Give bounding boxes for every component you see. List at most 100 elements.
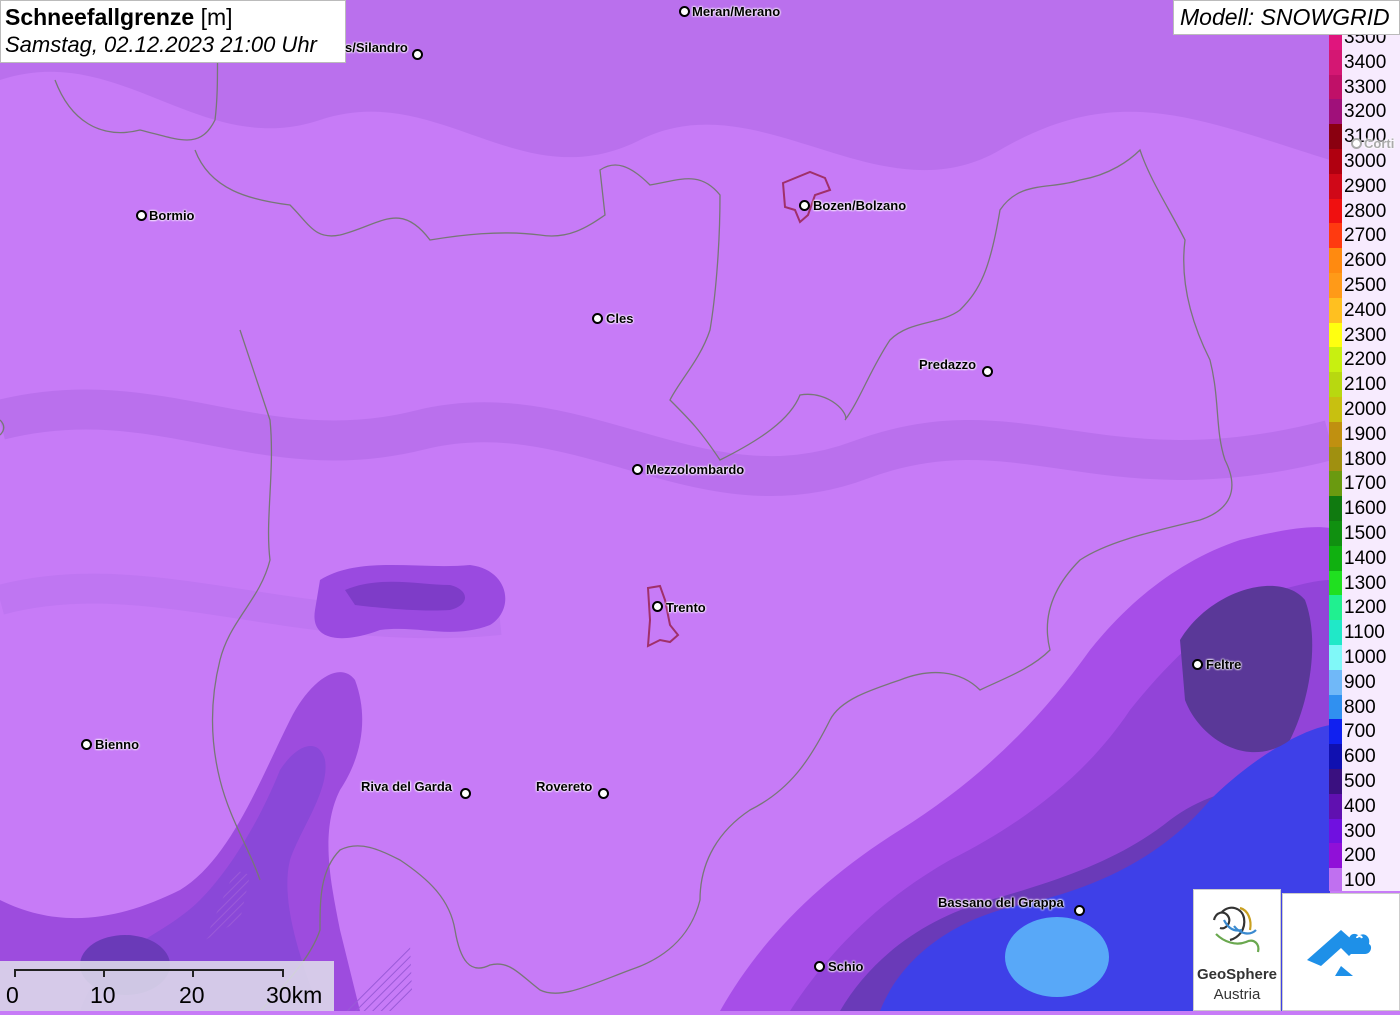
city-label: s/Silandro [345, 40, 408, 55]
city-marker[interactable] [1192, 659, 1203, 670]
legend-row: 2100 [1329, 372, 1400, 397]
legend-row: 2200 [1329, 347, 1400, 373]
legend-swatch [1329, 124, 1342, 149]
legend-label: 2400 [1344, 299, 1387, 321]
legend-row: 1200 [1329, 595, 1400, 621]
legend-row: 1400 [1329, 545, 1400, 571]
legend-row: 3300 [1329, 74, 1400, 100]
legend-swatch [1329, 843, 1342, 869]
legend-row: 800 [1329, 694, 1400, 720]
weather-logo[interactable] [1282, 893, 1400, 1011]
legend-row: 2000 [1329, 397, 1400, 422]
city-marker[interactable] [799, 200, 810, 211]
legend-row: 1000 [1329, 645, 1400, 670]
legend-swatch [1329, 521, 1342, 546]
legend-label: 300 [1344, 820, 1376, 842]
city-marker[interactable] [1074, 905, 1085, 916]
city-marker[interactable] [632, 464, 643, 475]
legend-swatch [1329, 496, 1342, 521]
legend-label: 2800 [1344, 200, 1387, 222]
legend-swatch [1329, 818, 1342, 844]
legend-label: 1900 [1344, 423, 1387, 445]
legend-swatch [1329, 471, 1342, 497]
city-label: Mezzolombardo [646, 462, 745, 477]
legend-row: 1600 [1329, 496, 1400, 521]
legend-row: 2600 [1329, 248, 1400, 273]
city-label: Cles [606, 311, 634, 326]
legend-swatch [1329, 173, 1342, 199]
legend-label: 2100 [1344, 374, 1387, 396]
model-label: Modell: SNOWGRID [1173, 0, 1400, 35]
legend-swatch [1329, 421, 1342, 447]
map-title-box: Schneefallgrenze [m] Samstag, 02.12.2023… [0, 0, 346, 63]
legend-row: 100 [1329, 868, 1400, 891]
legend-row: 1900 [1329, 421, 1400, 447]
legend-swatch [1329, 793, 1342, 819]
legend-swatch [1329, 99, 1342, 125]
legend-label: 1700 [1344, 473, 1387, 495]
legend-swatch [1329, 719, 1342, 745]
scale-tick [192, 969, 194, 977]
zone-900 [1005, 917, 1109, 997]
legend-swatch [1329, 694, 1342, 720]
city-marker[interactable] [592, 313, 603, 324]
legend-label: 2600 [1344, 250, 1387, 272]
legend-swatch [1329, 49, 1342, 75]
legend-swatch [1329, 620, 1342, 645]
city-label: Bassano del Grappa [938, 895, 1064, 910]
legend-row: 2300 [1329, 322, 1400, 348]
legend-row: 3200 [1329, 99, 1400, 125]
city-label: Corti [1364, 136, 1395, 151]
legend-row: 700 [1329, 719, 1400, 745]
geosphere-logo[interactable]: GeoSphere Austria [1193, 889, 1281, 1011]
scale-label: 20 [179, 982, 205, 1008]
legend-label: 2000 [1344, 399, 1387, 420]
legend-label: 1800 [1344, 448, 1387, 470]
legend-row: 2400 [1329, 297, 1400, 323]
legend-row: 1700 [1329, 471, 1400, 497]
city-label: Feltre [1206, 657, 1242, 672]
legend-swatch [1329, 595, 1342, 621]
legend-row: 2900 [1329, 173, 1400, 199]
city-marker[interactable] [81, 739, 92, 750]
legend-row: 2500 [1329, 273, 1400, 298]
legend-swatch [1329, 397, 1342, 422]
legend-row: 1500 [1329, 521, 1400, 546]
city-marker[interactable] [814, 961, 825, 972]
city-marker[interactable] [598, 788, 609, 799]
legend-swatch [1329, 372, 1342, 397]
legend-row: 3400 [1329, 49, 1400, 75]
legend-swatch [1329, 322, 1342, 348]
legend-swatch [1329, 74, 1342, 100]
legend-label: 500 [1344, 771, 1376, 792]
city-marker[interactable] [982, 366, 993, 377]
city-marker[interactable] [460, 788, 471, 799]
legend-label: 400 [1344, 795, 1376, 817]
city-label: Bienno [95, 737, 140, 752]
city-marker[interactable] [412, 49, 423, 60]
geosphere-icon [1212, 906, 1260, 953]
legend-label: 1600 [1344, 498, 1387, 520]
legend-swatch [1329, 769, 1342, 794]
city-label: Rovereto [536, 779, 593, 794]
legend-label: 900 [1344, 671, 1376, 693]
city-label: Meran/Merano [692, 4, 781, 19]
city-marker[interactable] [679, 6, 690, 17]
map-title: Schneefallgrenze [m] [5, 4, 233, 30]
legend-label: 3200 [1344, 101, 1387, 123]
legend-label: 800 [1344, 696, 1376, 718]
legend-swatch [1329, 223, 1342, 249]
city-label: Schio [828, 959, 864, 974]
city-marker[interactable] [652, 601, 663, 612]
legend-swatch [1329, 35, 1342, 50]
legend-swatch [1329, 248, 1342, 273]
scale-tick [282, 969, 284, 977]
map-datetime: Samstag, 02.12.2023 21:00 Uhr [5, 32, 317, 57]
city-marker[interactable] [1351, 138, 1362, 149]
legend-label: 1300 [1344, 572, 1387, 594]
map-canvas[interactable] [0, 0, 1400, 1011]
city-marker[interactable] [136, 210, 147, 221]
legend-swatch [1329, 297, 1342, 323]
scale-tick [14, 969, 16, 977]
legend-label: 2200 [1344, 349, 1387, 371]
